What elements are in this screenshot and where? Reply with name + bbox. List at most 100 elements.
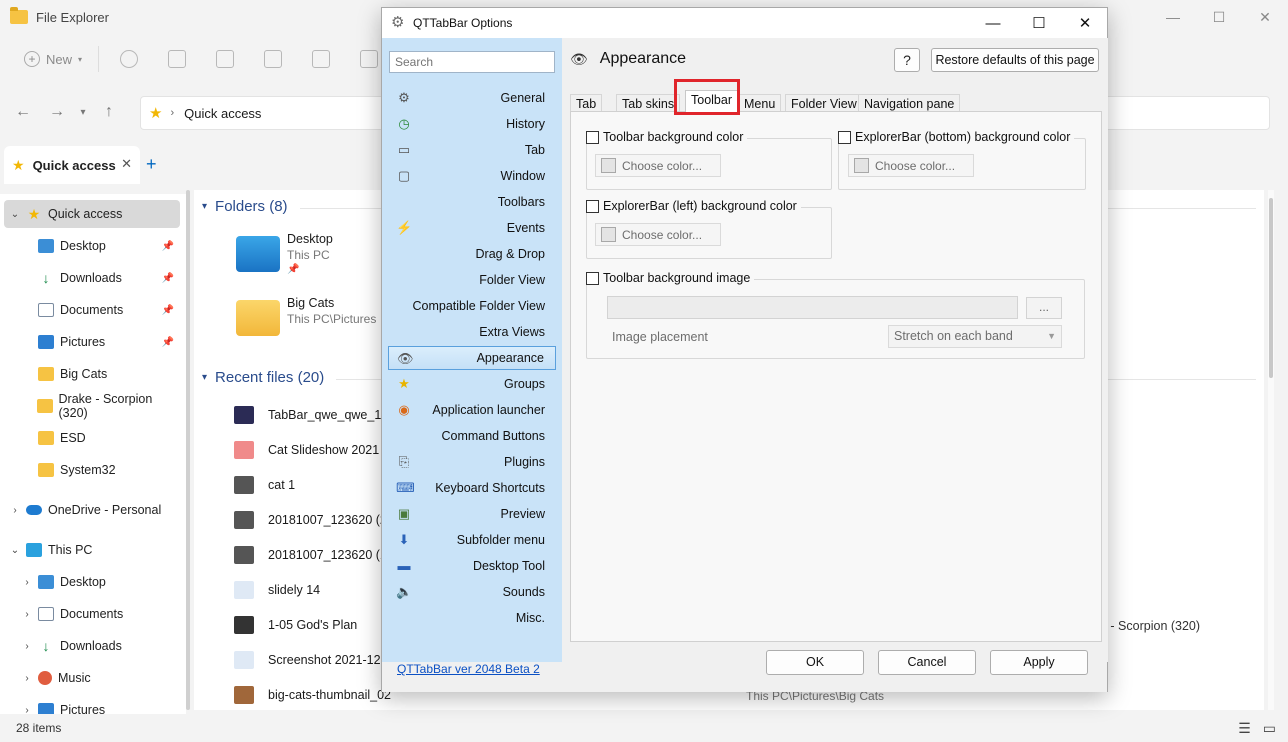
content-scrollbar[interactable]	[1268, 190, 1274, 710]
expand-chevron-icon[interactable]: ⌄	[4, 209, 26, 220]
explorerbar-left-choose-color-button[interactable]: Choose color...	[595, 223, 721, 246]
version-link[interactable]: QTTabBar ver 2048 Beta 2	[397, 662, 540, 676]
image-path-input[interactable]	[607, 296, 1018, 319]
maximize-icon[interactable]: ☐	[1196, 0, 1242, 34]
sidebar-item[interactable]: ESD	[4, 424, 180, 452]
search-input[interactable]	[389, 51, 555, 73]
expand-chevron-icon[interactable]: ›	[16, 673, 38, 684]
cut-icon[interactable]	[120, 50, 139, 68]
sidebar-item[interactable]: › Music	[4, 664, 180, 692]
up-arrow-icon[interactable]: ↑	[92, 103, 126, 121]
share-icon[interactable]	[312, 50, 331, 68]
category-item[interactable]: ⌨ Keyboard Shortcuts	[388, 476, 556, 500]
forward-arrow-icon[interactable]: →	[40, 103, 74, 121]
expand-chevron-icon[interactable]: ›	[16, 609, 38, 620]
sidebar-item[interactable]: ⌄ This PC	[4, 536, 180, 564]
chevron-right-icon[interactable]: ›	[170, 107, 174, 119]
sidebar-item[interactable]: Drake - Scorpion (320)	[4, 392, 180, 420]
folder-icon[interactable]	[236, 300, 280, 336]
new-button[interactable]: + New ▾	[14, 45, 92, 73]
recent-section-header[interactable]: ▾ Recent files (20)	[202, 369, 324, 386]
minimize-icon[interactable]: —	[970, 8, 1016, 38]
browse-button[interactable]: ...	[1026, 297, 1062, 319]
details-view-icon[interactable]: ☰	[1238, 720, 1251, 737]
explorerbar-left-color-checkbox[interactable]	[586, 199, 599, 213]
delete-icon[interactable]	[360, 50, 379, 68]
tiles-view-icon[interactable]: ▭	[1263, 720, 1276, 737]
expand-chevron-icon[interactable]: ›	[16, 577, 38, 588]
list-item[interactable]: 20181007_123620 (1)	[234, 544, 391, 566]
close-icon[interactable]: ✕	[1242, 0, 1288, 34]
category-item[interactable]: ★ Groups	[388, 372, 556, 396]
maximize-icon[interactable]: ☐	[1016, 8, 1062, 38]
apply-button[interactable]: Apply	[990, 650, 1088, 675]
category-item[interactable]: Compatible Folder View	[388, 294, 556, 318]
toolbar-bg-color-checkbox[interactable]	[586, 130, 599, 144]
category-item[interactable]: Folder View	[388, 268, 556, 292]
sidebar-item[interactable]: › Documents	[4, 600, 180, 628]
category-item[interactable]: ◷ History	[388, 112, 556, 136]
category-item[interactable]: ⚙ General	[388, 86, 556, 110]
sidebar-item[interactable]: Desktop 📌	[4, 232, 180, 260]
copy-icon[interactable]	[168, 50, 187, 68]
expand-chevron-icon[interactable]: ›	[16, 705, 38, 715]
category-item[interactable]: 🔈 Sounds	[388, 580, 556, 604]
sidebar-item[interactable]: › OneDrive - Personal	[4, 496, 180, 524]
category-item[interactable]: ▬ Desktop Tool	[388, 554, 556, 578]
sidebar-item[interactable]: Documents 📌	[4, 296, 180, 324]
sidebar-item[interactable]: ↓ Downloads 📌	[4, 264, 180, 292]
sidebar-item[interactable]: ⌄ ★ Quick access	[4, 200, 180, 228]
category-item[interactable]: 👁 Appearance	[388, 346, 556, 370]
category-item[interactable]: ◉ Application launcher	[388, 398, 556, 422]
category-item[interactable]: ▣ Preview	[388, 502, 556, 526]
folder-name[interactable]: Big Cats	[287, 296, 334, 310]
list-item[interactable]: TabBar_qwe_qwe_1_Ta	[234, 404, 401, 426]
help-button[interactable]: ?	[894, 48, 920, 72]
toolbar-choose-color-button[interactable]: Choose color...	[595, 154, 721, 177]
minimize-icon[interactable]: —	[1150, 0, 1196, 34]
sidebar-item[interactable]: › ↓ Downloads	[4, 632, 180, 660]
category-item[interactable]: Command Buttons	[388, 424, 556, 448]
nav-scrollbar[interactable]	[186, 190, 190, 710]
category-item[interactable]: ⚡ Events	[388, 216, 556, 240]
cancel-button[interactable]: Cancel	[878, 650, 976, 675]
list-item[interactable]: Cat Slideshow 2021	[234, 439, 379, 461]
recent-locations-icon[interactable]: ▾	[74, 107, 92, 118]
tab-quick-access[interactable]: ★ Quick access ✕	[4, 146, 140, 184]
sidebar-item[interactable]: Big Cats	[4, 360, 180, 388]
folder-name[interactable]: Desktop	[287, 232, 333, 246]
category-item[interactable]: Extra Views	[388, 320, 556, 344]
list-item[interactable]: big-cats-thumbnail_02	[234, 684, 391, 706]
back-arrow-icon[interactable]: ←	[6, 103, 40, 121]
explorerbar-bottom-choose-color-button[interactable]: Choose color...	[848, 154, 974, 177]
sidebar-item[interactable]: › Desktop	[4, 568, 180, 596]
category-item[interactable]: Toolbars	[388, 190, 556, 214]
explorerbar-bottom-color-checkbox[interactable]	[838, 130, 851, 144]
expand-chevron-icon[interactable]: ⌄	[4, 545, 26, 556]
new-tab-icon[interactable]: +	[146, 154, 157, 175]
folders-section-header[interactable]: ▾ Folders (8)	[202, 198, 288, 215]
image-placement-select[interactable]: Stretch on each band ▼	[888, 325, 1062, 348]
paste-icon[interactable]	[216, 50, 235, 68]
list-item[interactable]: Screenshot 2021-12-28	[234, 649, 399, 671]
expand-chevron-icon[interactable]: ›	[4, 505, 26, 516]
list-item[interactable]: cat 1	[234, 474, 295, 496]
ok-button[interactable]: OK	[766, 650, 864, 675]
rename-icon[interactable]	[264, 50, 283, 68]
close-icon[interactable]: ✕	[1062, 8, 1108, 38]
close-tab-icon[interactable]: ✕	[121, 156, 132, 172]
sidebar-item[interactable]: Pictures 📌	[4, 328, 180, 356]
category-item[interactable]: ⎘ Plugins	[388, 450, 556, 474]
category-item[interactable]: ▢ Window	[388, 164, 556, 188]
list-item[interactable]: 20181007_123620 (2)	[234, 509, 391, 531]
desktop-folder-icon[interactable]	[236, 236, 280, 272]
expand-chevron-icon[interactable]: ›	[16, 641, 38, 652]
list-item[interactable]: 1-05 God's Plan	[234, 614, 357, 636]
category-item[interactable]: Drag & Drop	[388, 242, 556, 266]
restore-defaults-button[interactable]: Restore defaults of this page	[931, 48, 1099, 72]
category-item[interactable]: ⬇ Subfolder menu	[388, 528, 556, 552]
category-item[interactable]: Misc.	[388, 606, 556, 630]
toolbar-bg-image-checkbox[interactable]	[586, 271, 599, 285]
category-item[interactable]: ▭ Tab	[388, 138, 556, 162]
sidebar-item[interactable]: System32	[4, 456, 180, 484]
